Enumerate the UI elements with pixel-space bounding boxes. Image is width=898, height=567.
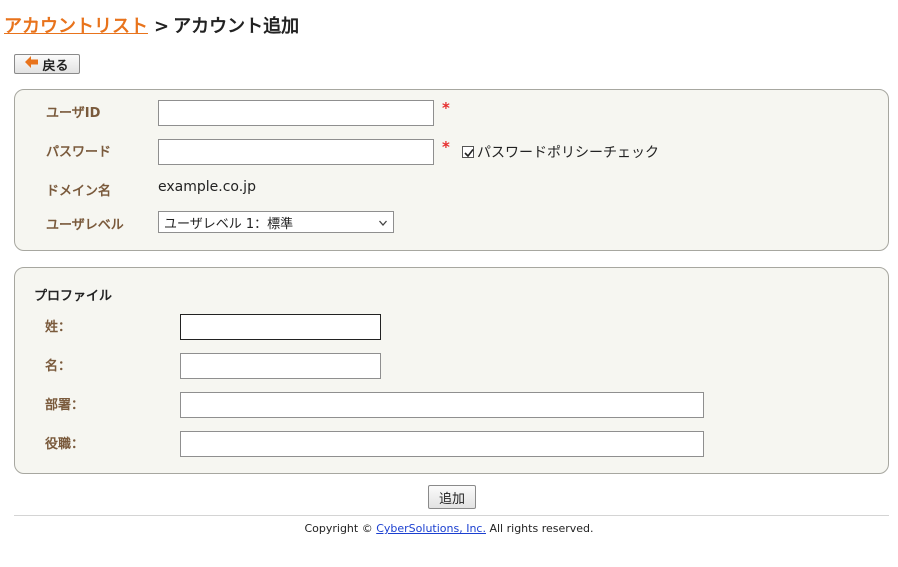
copyright-prefix: Copyright © bbox=[304, 522, 377, 535]
position-label: 役職： bbox=[45, 437, 85, 452]
domain-value: example.co.jp bbox=[158, 179, 256, 195]
user-id-input[interactable] bbox=[158, 100, 434, 126]
password-policy-check[interactable]: パスワードポリシーチェック bbox=[462, 142, 659, 162]
password-label: パスワード bbox=[46, 145, 112, 160]
footer: Copyright © CyberSolutions, Inc. All rig… bbox=[0, 522, 898, 535]
footer-divider bbox=[14, 515, 889, 516]
last-name-input[interactable] bbox=[180, 314, 381, 340]
company-link[interactable]: CyberSolutions, Inc. bbox=[376, 522, 486, 535]
user-id-label: ユーザID bbox=[46, 106, 101, 121]
password-input[interactable] bbox=[158, 139, 434, 165]
chevron-down-icon bbox=[378, 217, 388, 232]
add-button[interactable]: 追加 bbox=[428, 485, 476, 509]
first-name-label: 名： bbox=[45, 359, 72, 374]
password-policy-check-label: パスワードポリシーチェック bbox=[477, 145, 659, 161]
breadcrumb-account-list-link[interactable]: アカウントリスト bbox=[4, 16, 148, 37]
arrow-left-icon bbox=[25, 56, 42, 72]
user-level-label: ユーザレベル bbox=[46, 218, 124, 233]
position-input[interactable] bbox=[180, 431, 704, 457]
first-name-input[interactable] bbox=[180, 353, 381, 379]
checkmark-icon bbox=[464, 149, 474, 158]
page-title: アカウント追加 bbox=[173, 16, 300, 37]
user-level-selected-value: ユーザレベル 1：標準 bbox=[164, 216, 294, 232]
department-input[interactable] bbox=[180, 392, 704, 418]
password-policy-checkbox[interactable] bbox=[462, 146, 474, 158]
user-level-select[interactable]: ユーザレベル 1：標準 bbox=[158, 211, 394, 233]
back-button[interactable]: 戻る bbox=[14, 54, 80, 74]
user-id-required-mark: * bbox=[442, 99, 450, 117]
account-panel: ユーザID * パスワード * パスワードポリシーチェック ドメイン名 exam… bbox=[14, 89, 889, 251]
department-label: 部署： bbox=[45, 398, 85, 413]
back-button-label: 戻る bbox=[42, 58, 69, 74]
last-name-label: 姓： bbox=[45, 320, 72, 335]
breadcrumb-separator: > bbox=[154, 16, 170, 37]
breadcrumb: アカウントリスト > アカウント追加 bbox=[4, 12, 299, 38]
password-required-mark: * bbox=[442, 138, 450, 156]
profile-panel: プロファイル 姓： 名： 部署： 役職： bbox=[14, 267, 889, 474]
profile-section-title: プロファイル bbox=[34, 289, 113, 304]
domain-label: ドメイン名 bbox=[46, 184, 112, 199]
copyright-suffix: All rights reserved. bbox=[485, 522, 594, 535]
